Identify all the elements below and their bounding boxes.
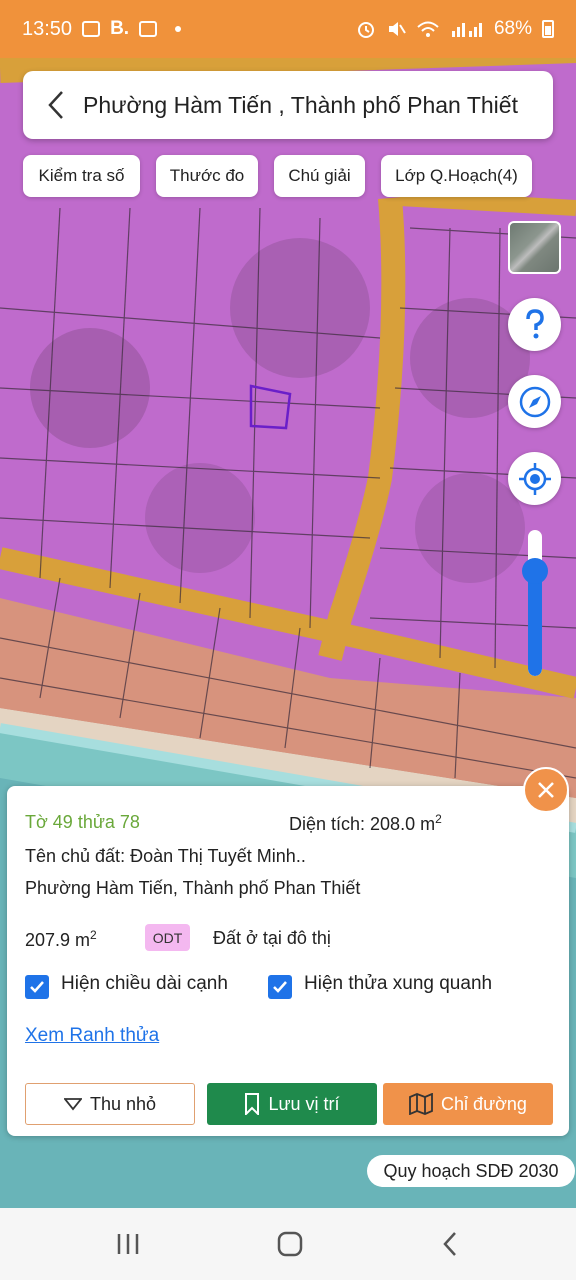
parcel-id: Tờ 49 thửa 78 xyxy=(25,812,140,832)
close-button[interactable] xyxy=(523,767,569,813)
land-area-superscript: 2 xyxy=(90,928,97,942)
recent-apps-button[interactable] xyxy=(98,1226,158,1262)
edge-length-label: Hiện chiều dài cạnh xyxy=(61,973,228,994)
edge-length-checkbox[interactable] xyxy=(25,975,49,999)
directions-label: Chỉ đường xyxy=(441,1093,527,1114)
recents-icon xyxy=(117,1234,139,1254)
land-type: Đất ở tại đô thị xyxy=(213,928,331,948)
save-location-label: Lưu vị trí xyxy=(268,1093,340,1114)
land-code-badge: ODT xyxy=(145,924,190,951)
check-icon xyxy=(273,981,287,993)
question-icon xyxy=(525,308,544,338)
check-icon xyxy=(30,981,44,993)
status-bar: 13:50 B. 68% xyxy=(0,0,576,58)
back-icon xyxy=(443,1232,456,1256)
alarm-icon xyxy=(357,22,374,38)
battery-percent: 68% xyxy=(493,18,532,39)
b-indicator: B. xyxy=(110,18,130,39)
view-boundary-link[interactable]: Xem Ranh thửa xyxy=(25,1025,159,1047)
area-label-text: Diện tích: 208.0 m xyxy=(289,814,436,834)
collapse-label: Thu nhỏ xyxy=(89,1093,157,1114)
area-unit-superscript: 2 xyxy=(435,812,442,826)
header-card: Phường Hàm Tiến , Thành phố Phan Thiết xyxy=(23,71,553,139)
home-button[interactable] xyxy=(260,1226,320,1262)
map-icon xyxy=(409,1093,433,1115)
crosshair-icon xyxy=(518,462,551,495)
directions-button[interactable]: Chỉ đường xyxy=(383,1083,553,1125)
back-arrow-icon[interactable] xyxy=(41,85,71,125)
zoom-slider[interactable] xyxy=(528,530,542,676)
home-icon xyxy=(277,1231,303,1257)
chip-legend[interactable]: Chú giải xyxy=(274,155,365,197)
planning-layer-badge[interactable]: Quy hoạch SDĐ 2030 xyxy=(367,1155,575,1187)
neighbors-label: Hiện thửa xung quanh xyxy=(304,973,493,994)
close-icon xyxy=(538,782,554,798)
land-area-text: 207.9 m xyxy=(25,930,91,950)
chip-check-number[interactable]: Kiểm tra số xyxy=(23,155,140,197)
compass-icon xyxy=(519,386,550,417)
triangle-down-icon xyxy=(63,1098,82,1111)
collapse-button[interactable]: Thu nhỏ xyxy=(25,1083,195,1125)
owner-name: Tên chủ đất: Đoàn Thị Tuyết Minh.. xyxy=(25,846,306,866)
bookmark-icon xyxy=(245,1093,260,1115)
mute-icon xyxy=(388,22,406,36)
neighbors-checkbox[interactable] xyxy=(268,975,292,999)
chip-ruler[interactable]: Thước đo xyxy=(156,155,258,197)
save-location-button[interactable]: Lưu vị trí xyxy=(207,1083,377,1125)
help-button[interactable] xyxy=(508,298,561,351)
zoom-slider-thumb[interactable] xyxy=(522,557,548,584)
signal-icon xyxy=(451,23,482,37)
back-button[interactable] xyxy=(421,1226,481,1262)
map-layer-thumbnail[interactable] xyxy=(508,221,561,274)
gallery-icon xyxy=(82,21,101,37)
parcel-address: Phường Hàm Tiến, Thành phố Phan Thiết xyxy=(25,878,361,898)
status-time: 13:50 xyxy=(22,17,73,40)
area-label: Diện tích: 208.0 m2 xyxy=(289,812,442,835)
system-nav-bar xyxy=(0,1208,576,1280)
zoom-slider-fill xyxy=(528,570,542,676)
dot-icon xyxy=(175,26,182,32)
locate-button[interactable] xyxy=(508,452,561,505)
notification-icon xyxy=(139,21,158,37)
compass-button[interactable] xyxy=(508,375,561,428)
page-title: Phường Hàm Tiến , Thành phố Phan Thiết xyxy=(83,91,518,118)
battery-icon xyxy=(542,20,554,38)
wifi-icon xyxy=(417,21,439,37)
chip-planning-layers[interactable]: Lớp Q.Hoạch(4) xyxy=(381,155,532,197)
land-area: 207.9 m2 xyxy=(25,928,97,951)
